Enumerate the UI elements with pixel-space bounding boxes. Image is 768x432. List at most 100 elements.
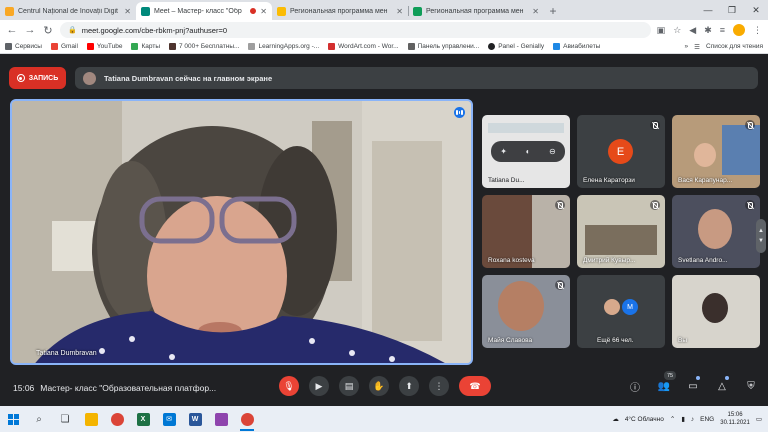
- new-tab-icon[interactable]: +: [544, 2, 562, 20]
- participants-icon[interactable]: 👥 75: [656, 371, 676, 394]
- more-options-icon[interactable]: ⋮: [429, 376, 449, 396]
- search-icon[interactable]: ⌕: [26, 406, 52, 432]
- call-controls: 🎙 ▶ ▤ ✋ ⬆ ⋮ ☎: [279, 376, 491, 396]
- present-screen-icon[interactable]: ⬆: [399, 376, 419, 396]
- lock-icon[interactable]: 🔒: [68, 26, 77, 34]
- chrome-icon[interactable]: [104, 406, 130, 432]
- chrome-active-icon[interactable]: [234, 406, 260, 432]
- maximize-icon[interactable]: ❐: [720, 5, 744, 16]
- classroom-video: [585, 225, 657, 255]
- pin-icon[interactable]: ✦: [500, 147, 507, 156]
- raise-hand-icon[interactable]: ✋: [369, 376, 389, 396]
- excel-icon[interactable]: X: [130, 406, 156, 432]
- recording-button[interactable]: ЗАПИСЬ: [9, 67, 66, 89]
- system-tray: ☁ 4°C Облачно ⌃ ▮ ♪ ENG 15:06 30.11.2021…: [612, 411, 768, 427]
- chat-icon[interactable]: ▭: [685, 376, 701, 394]
- camera-icon[interactable]: ▣: [657, 25, 666, 36]
- toolbar-icons: ▣ ☆ ◀ ✱ ≡ ⋮: [657, 24, 762, 36]
- presenter-avatar: [83, 71, 96, 85]
- hang-up-icon[interactable]: ☎: [459, 376, 491, 396]
- task-view-icon[interactable]: ❏: [52, 406, 78, 432]
- notifications-icon[interactable]: ▭: [756, 415, 762, 423]
- self-tile[interactable]: Вы: [672, 275, 760, 348]
- bookmark-wordart[interactable]: WordArt.com - Wor...: [328, 43, 399, 50]
- close-icon[interactable]: ✕: [532, 7, 539, 16]
- participant-tile[interactable]: Вася Карапунар...: [672, 115, 760, 188]
- start-button[interactable]: [0, 406, 26, 432]
- network-icon[interactable]: ▮: [681, 415, 685, 423]
- weather-text[interactable]: 4°C Облачно: [625, 416, 664, 423]
- participants-count-badge: 75: [664, 371, 676, 380]
- browser-tab-4[interactable]: Региональная программа мен ✕: [408, 2, 544, 20]
- main-video-tile[interactable]: Tatiana Dumbravan: [10, 99, 473, 365]
- tray-arrow-icon[interactable]: ⌃: [670, 415, 675, 423]
- mail-icon[interactable]: ✉: [156, 406, 182, 432]
- window-close-icon[interactable]: ✕: [744, 5, 768, 16]
- captions-icon[interactable]: ▤: [339, 376, 359, 396]
- menu-dots-icon[interactable]: ⋮: [753, 25, 762, 36]
- recording-indicator-icon: [250, 8, 257, 14]
- participant-tile[interactable]: Дмитрий Кувыр...: [577, 195, 665, 268]
- file-explorer-icon[interactable]: [78, 406, 104, 432]
- browser-tab-3[interactable]: Региональная программа мен ✕: [272, 2, 408, 20]
- bookmark-youtube[interactable]: YouTube: [86, 43, 122, 50]
- volume-icon[interactable]: ♪: [691, 416, 694, 423]
- meet-bottom-bar: 15:06 Мастер- класс "Образовательная плат…: [0, 371, 768, 406]
- close-icon[interactable]: ✕: [396, 7, 403, 16]
- muted-mic-icon: [555, 200, 565, 210]
- youtube-icon: [86, 43, 94, 50]
- browser-tab-2[interactable]: Meet – Мастер- класс "Обр ✕: [136, 2, 272, 20]
- word-icon[interactable]: W: [182, 406, 208, 432]
- activities-icon[interactable]: △: [714, 376, 730, 394]
- bookmark-gmail[interactable]: Gmail: [50, 43, 78, 50]
- camera-toggle-icon[interactable]: ▶: [309, 376, 329, 396]
- remove-icon[interactable]: ⊖: [549, 147, 556, 156]
- bookmark-genially[interactable]: Panel - Genially: [488, 43, 544, 50]
- participant-avatar: M: [622, 299, 638, 315]
- tab-title: Региональная программа мен: [290, 7, 388, 15]
- reading-list-label[interactable]: Список для чтения: [706, 43, 763, 50]
- reload-icon[interactable]: ↻: [42, 24, 54, 37]
- participant-name: Елена Караторзи: [583, 177, 635, 184]
- bookmark-apps[interactable]: Сервисы: [5, 43, 42, 50]
- address-bar[interactable]: 🔒 meet.google.com/cbe-rbkm-pnj?authuser=…: [60, 22, 651, 38]
- bookmark-learningapps[interactable]: LearningApps.org -...: [248, 43, 319, 50]
- media-icon[interactable]: ≡: [720, 25, 725, 35]
- extensions-icon[interactable]: ✱: [704, 25, 712, 36]
- profile-avatar[interactable]: [733, 24, 745, 36]
- more-participants-tile[interactable]: M Ещё 66 чел.: [577, 275, 665, 348]
- close-icon[interactable]: ✕: [124, 7, 131, 16]
- photos-icon[interactable]: [208, 406, 234, 432]
- mute-participant-icon[interactable]: ◐: [526, 147, 531, 156]
- back-icon[interactable]: ←: [6, 24, 18, 36]
- participant-avatar: [604, 299, 620, 315]
- browser-tab-1[interactable]: Centrul Național de Inovații Digit ✕: [0, 2, 136, 20]
- tab-title: Meet – Мастер- класс "Обр: [154, 7, 242, 15]
- participant-tile[interactable]: Roxana kosteva: [482, 195, 570, 268]
- chevron-right-icon[interactable]: »: [685, 43, 689, 50]
- host-controls-icon[interactable]: ⛨: [743, 378, 759, 394]
- bookmark-aviabilety[interactable]: Авиабилеты: [553, 43, 600, 50]
- close-icon[interactable]: ✕: [260, 7, 267, 16]
- muted-mic-icon: [745, 200, 755, 210]
- participant-tile[interactable]: Е Елена Караторзи: [577, 115, 665, 188]
- forward-icon[interactable]: →: [24, 24, 36, 36]
- bookmark-panel[interactable]: Панель управлени...: [407, 43, 479, 50]
- tab-title: Региональная программа мен: [426, 7, 524, 15]
- star-icon[interactable]: ☆: [673, 25, 681, 36]
- participant-tile[interactable]: Майя Славова: [482, 275, 570, 348]
- info-icon[interactable]: ⓘ: [627, 378, 643, 394]
- minimize-icon[interactable]: —: [696, 5, 720, 15]
- side-panel-handle[interactable]: ▲ ▼: [756, 219, 766, 253]
- wordart-icon: [328, 43, 336, 50]
- participant-avatar: Е: [608, 139, 633, 164]
- participant-tile[interactable]: ✦ ◐ ⊖ Tatiana Du...: [482, 115, 570, 188]
- clock[interactable]: 15:06 30.11.2021: [720, 411, 750, 427]
- bookmark-maps[interactable]: Карты: [131, 43, 160, 50]
- windows-logo-icon: [7, 413, 19, 425]
- mic-off-icon[interactable]: 🎙: [279, 376, 299, 396]
- speaker-icon[interactable]: ◀: [689, 25, 696, 36]
- participant-tile[interactable]: Svetlana Andro...: [672, 195, 760, 268]
- bookmark-7000[interactable]: 7 000+ Бесплатны...: [169, 43, 239, 50]
- language-indicator[interactable]: ENG: [700, 416, 714, 423]
